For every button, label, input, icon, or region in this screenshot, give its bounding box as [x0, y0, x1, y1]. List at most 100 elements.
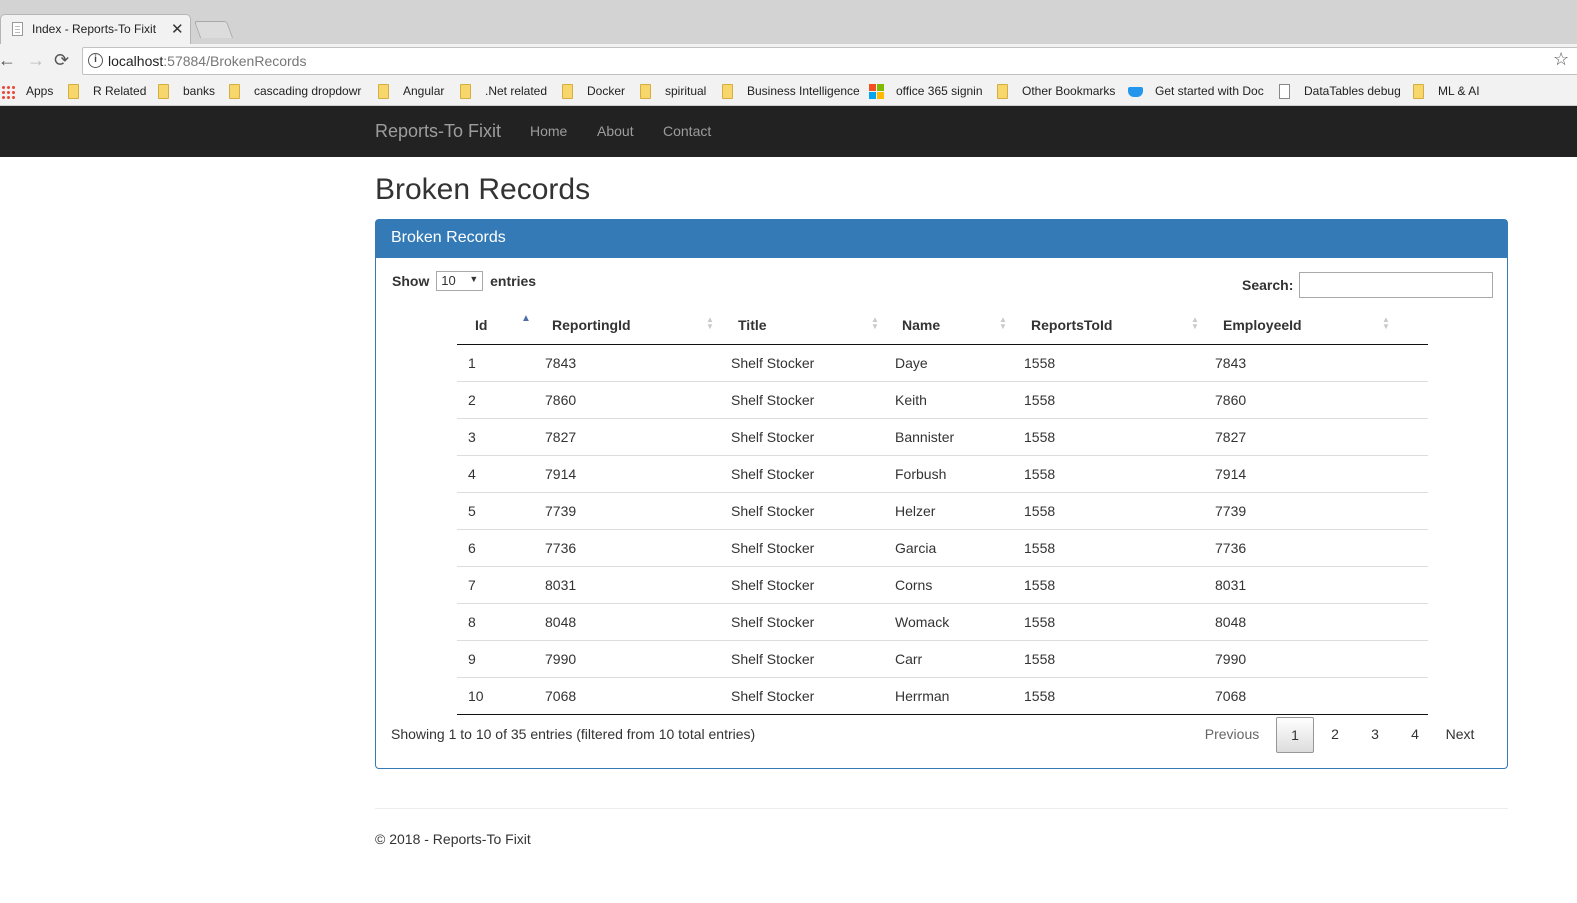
page-button-3[interactable]: 3 — [1356, 717, 1394, 753]
nav-about[interactable]: About — [597, 123, 634, 139]
table-row[interactable]: 8 8048 Shelf Stocker Womack 1558 8048 — [457, 602, 1428, 640]
table-row[interactable]: 5 7739 Shelf Stocker Helzer 1558 7739 — [457, 491, 1428, 529]
panel-heading: Broken Records — [376, 220, 1507, 258]
next-button[interactable]: Next — [1438, 717, 1482, 753]
site-navbar: Reports-To Fixit Home About Contact — [0, 106, 1577, 157]
table-cell: 7 — [457, 565, 538, 603]
page-icon — [1279, 84, 1290, 99]
browser-tab[interactable]: Index - Reports-To Fixit ✕ — [0, 14, 191, 44]
table-cell: 7739 — [538, 491, 723, 529]
table-cell: 1558 — [1024, 354, 1056, 371]
table-cell: 7860 — [538, 380, 723, 418]
table-cell: Corns — [887, 565, 1016, 603]
table-row[interactable]: 6 7736 Shelf Stocker Garcia 1558 7736 — [457, 528, 1428, 566]
folder-icon — [722, 84, 733, 99]
table-cell: 1558 — [1016, 417, 1208, 455]
folder-icon — [378, 84, 389, 99]
table-cell: 7739 — [1208, 491, 1428, 529]
nav-home[interactable]: Home — [530, 123, 567, 139]
bookmark-label: banks — [183, 84, 216, 98]
folder-icon — [1413, 84, 1424, 99]
sort-both-icon: ▲ ▼ — [871, 315, 879, 331]
url-host: localhost — [108, 53, 164, 69]
table-cell: Shelf Stocker — [723, 528, 887, 566]
bookmark-label: ML & AI — [1438, 84, 1480, 98]
table-cell: 1558 — [1016, 528, 1208, 566]
address-bar[interactable]: i localhost:57884/BrokenRecords ☆ — [82, 47, 1577, 75]
bookmark-star-icon[interactable]: ☆ — [1553, 49, 1569, 70]
table-cell: 2 — [457, 380, 538, 418]
page-button-1[interactable]: 1 — [1276, 717, 1314, 753]
reload-icon[interactable]: ⟳ — [54, 51, 69, 69]
table-cell: 7736 — [1208, 528, 1428, 566]
table-row[interactable]: 2 7860 Shelf Stocker Keith 1558 7860 — [457, 380, 1428, 418]
table-cell: 7843 — [545, 354, 577, 371]
table-cell: 1558 — [1016, 676, 1208, 715]
folder-icon — [68, 84, 79, 99]
sort-both-icon: ▲ ▼ — [999, 315, 1007, 331]
table-row[interactable]: 7 8031 Shelf Stocker Corns 1558 8031 — [457, 565, 1428, 603]
column-header-name[interactable]: Name ▲ ▼ — [887, 306, 1016, 345]
column-label: ReportingId — [552, 317, 631, 333]
search-input[interactable] — [1299, 272, 1493, 298]
tab-title: Index - Reports-To Fixit — [32, 22, 157, 36]
table-cell: 8031 — [1208, 565, 1428, 603]
page-title: Broken Records — [375, 173, 591, 206]
forward-arrow-icon[interactable]: → — [27, 51, 45, 69]
table-row[interactable]: 3 7827 Shelf Stocker Bannister 1558 7827 — [457, 417, 1428, 455]
brand-link[interactable]: Reports-To Fixit — [375, 121, 501, 142]
bookmark-label: .Net related — [485, 84, 548, 98]
table-row[interactable]: 9 7990 Shelf Stocker Carr 1558 7990 — [457, 639, 1428, 677]
table-cell: 8031 — [538, 565, 723, 603]
column-header-reportingid[interactable]: ReportingId ▲ ▼ — [538, 306, 723, 345]
table-cell: 1558 — [1016, 639, 1208, 677]
bookmark-label: Other Bookmarks — [1022, 84, 1116, 98]
url-text[interactable]: localhost:57884/BrokenRecords — [108, 53, 306, 69]
length-control: Show 10 ▼ entries — [392, 270, 537, 291]
sort-ascending-icon: ▲ — [521, 313, 531, 324]
folder-icon — [997, 84, 1008, 99]
column-label: Id — [475, 317, 488, 333]
apps-icon — [1, 85, 15, 99]
table-cell: 7827 — [1208, 417, 1428, 455]
back-arrow-icon[interactable]: ← — [0, 51, 16, 69]
table-cell: 5 — [457, 491, 538, 529]
bookmark-label: spiritual — [665, 84, 707, 98]
entries-select[interactable]: 10 ▼ — [436, 270, 484, 291]
records-table: Id ▲ ReportingId ▲ ▼ Title ▲ ▼ Name ▲ ▼ Reports… — [457, 306, 1428, 715]
table-row[interactable]: 4 7914 Shelf Stocker Forbush 1558 7914 — [457, 454, 1428, 492]
page-button-4[interactable]: 4 — [1396, 717, 1434, 753]
table-cell: 7914 — [1208, 454, 1428, 492]
table-cell: 4 — [457, 454, 538, 492]
info-icon[interactable]: i — [88, 53, 103, 68]
table-cell: 1558 — [1016, 380, 1208, 418]
page-button-2[interactable]: 2 — [1316, 717, 1354, 753]
table-cell: 7068 — [538, 676, 723, 715]
table-cell: Herrman — [887, 676, 1016, 715]
column-header-id[interactable]: Id ▲ — [457, 306, 538, 345]
table-cell: 7827 — [538, 417, 723, 455]
table-row[interactable]: 10 7068 Shelf Stocker Herrman 1558 7068 — [457, 676, 1428, 715]
folder-icon — [640, 84, 651, 99]
close-icon[interactable]: ✕ — [171, 20, 184, 38]
table-body: 1 7843 Shelf Stocker Daye 1558 7843 2 7860 Shelf… — [457, 344, 1428, 715]
length-suffix: entries — [490, 273, 537, 289]
previous-button[interactable]: Previous — [1192, 717, 1272, 753]
column-header-title[interactable]: Title ▲ ▼ — [723, 306, 887, 345]
microsoft-icon — [869, 84, 884, 99]
nav-contact[interactable]: Contact — [663, 123, 711, 139]
sort-both-icon: ▲ ▼ — [706, 315, 714, 331]
table-row[interactable]: 1 7843 Shelf Stocker Daye 1558 7843 — [457, 344, 1428, 381]
table-cell: 8048 — [1208, 602, 1428, 640]
new-tab-button[interactable] — [193, 21, 234, 38]
bookmark-label: Apps — [26, 84, 54, 98]
table-cell: 7736 — [538, 528, 723, 566]
column-header-employeeid[interactable]: EmployeeId ▲ ▼ — [1208, 306, 1428, 345]
column-header-reportstoid[interactable]: ReportsToId ▲ ▼ — [1016, 306, 1208, 345]
table-cell: Shelf Stocker — [723, 602, 887, 640]
bookmark-label: Get started with Doc — [1155, 84, 1264, 98]
folder-icon — [562, 84, 573, 99]
table-cell: Shelf Stocker — [731, 354, 815, 371]
browser-toolbar: ← → ⟳ i localhost:57884/BrokenRecords ☆ — [0, 44, 1577, 78]
table-cell: Shelf Stocker — [723, 639, 887, 677]
